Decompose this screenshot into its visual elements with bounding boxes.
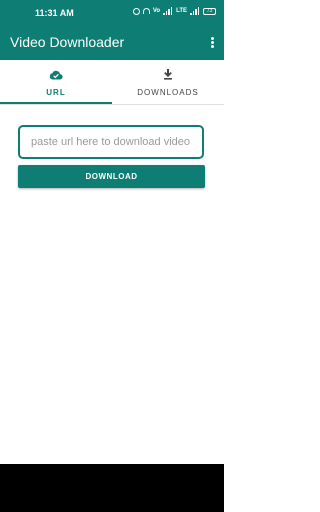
tab-url[interactable]: URL xyxy=(0,60,112,104)
cloud-check-icon xyxy=(49,67,63,85)
status-bar: 11:31 AM Vo LTE 73 xyxy=(0,0,224,26)
lte-badge: LTE xyxy=(176,7,187,14)
app-bar: Video Downloader xyxy=(0,26,224,60)
app-title: Video Downloader xyxy=(10,34,125,50)
alarm-icon xyxy=(132,7,140,15)
signal-icon-2 xyxy=(190,7,200,15)
headset-icon xyxy=(142,8,150,14)
signal-icon xyxy=(163,7,173,15)
tab-downloads[interactable]: DOWNLOADS xyxy=(112,60,224,104)
tab-downloads-label: DOWNLOADS xyxy=(137,88,199,97)
system-navigation-bar xyxy=(0,464,224,512)
url-input[interactable] xyxy=(18,125,204,159)
battery-icon: 73 xyxy=(203,7,216,15)
download-icon xyxy=(162,67,174,85)
tab-bar: URL DOWNLOADS xyxy=(0,60,224,105)
status-icons: Vo LTE 73 xyxy=(132,7,216,15)
status-time: 11:31 AM xyxy=(35,8,74,18)
tab-url-label: URL xyxy=(46,88,66,97)
volte-badge: Vo xyxy=(152,7,161,14)
download-button[interactable]: DOWNLOAD xyxy=(18,165,205,188)
overflow-menu-icon[interactable] xyxy=(211,37,215,49)
tab-indicator xyxy=(0,102,112,104)
